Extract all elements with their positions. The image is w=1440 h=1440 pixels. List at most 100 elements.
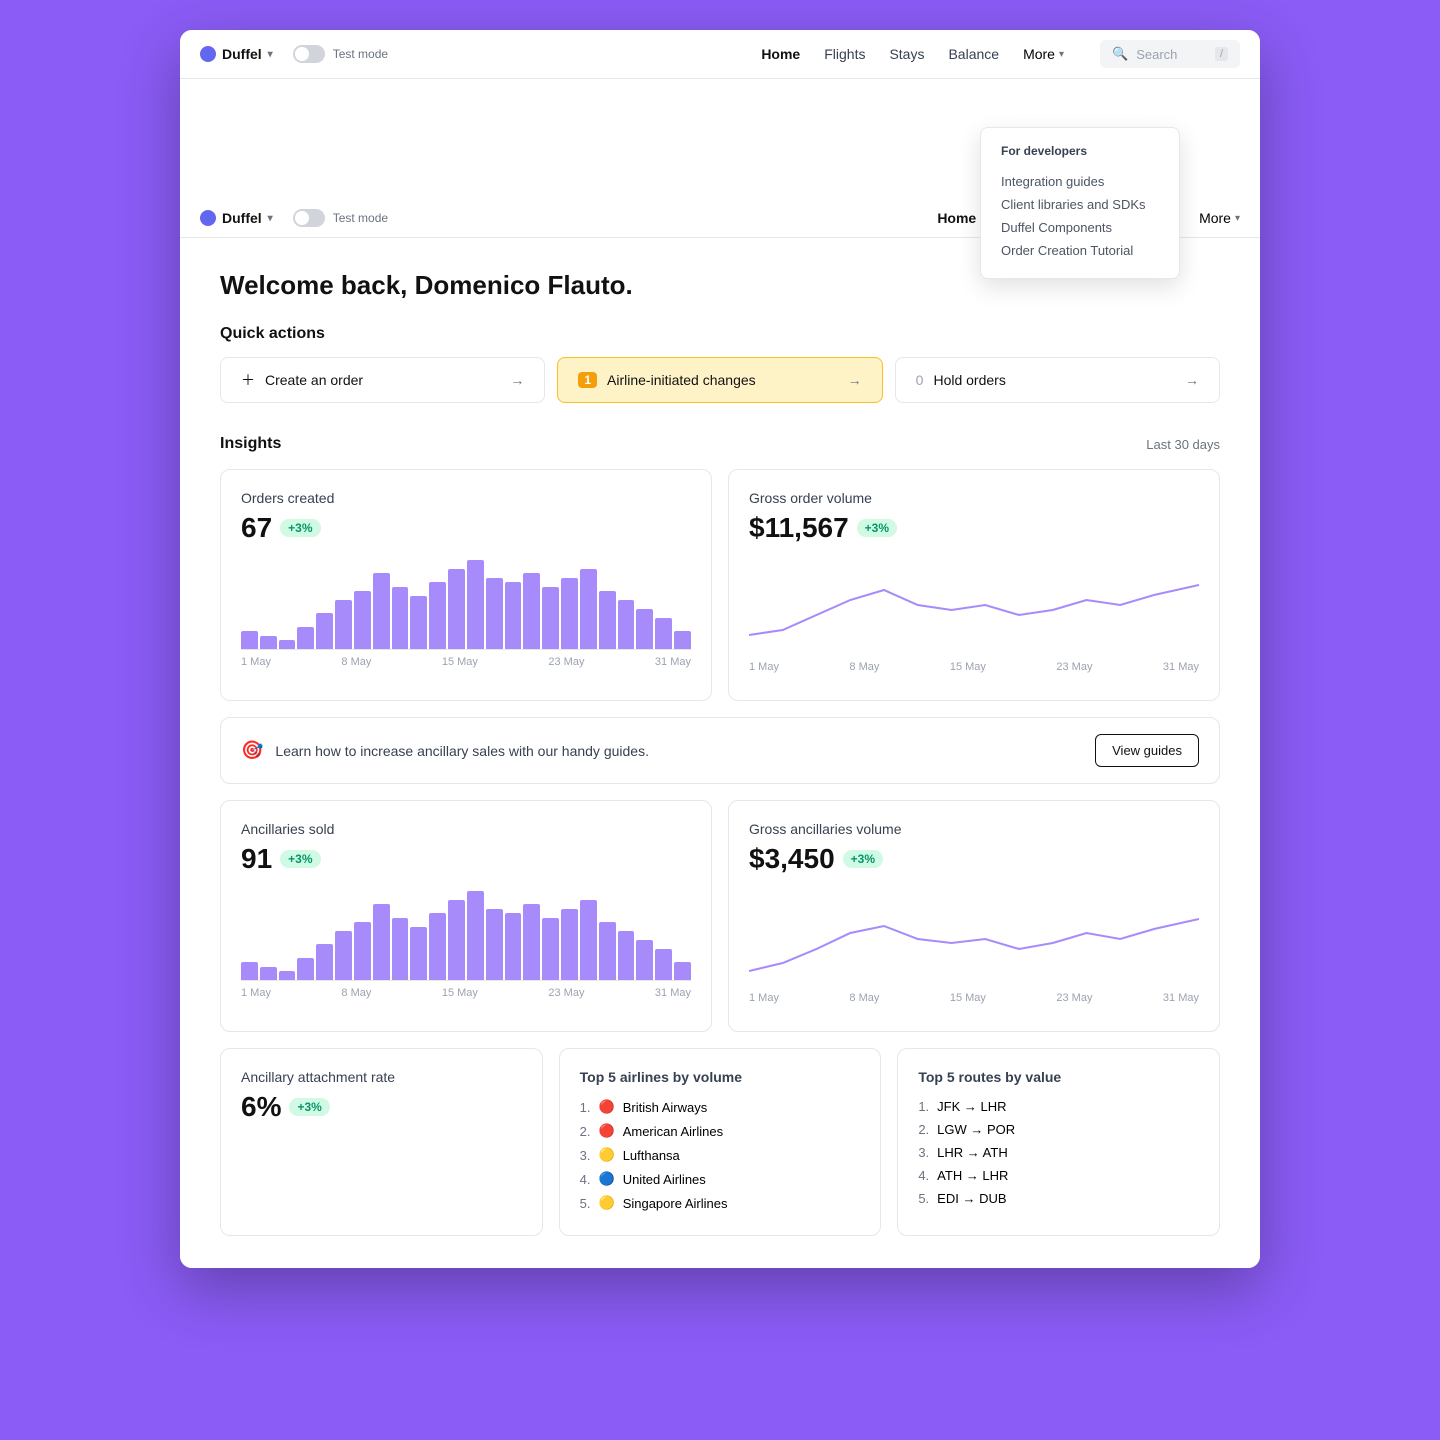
anc-bar-10	[410, 927, 427, 980]
airline-name-3: Lufthansa	[623, 1148, 680, 1163]
airline-changes-badge: 1	[578, 372, 597, 388]
orders-bar-chart: 1 May 8 May 15 May 23 May 31 May	[241, 560, 691, 680]
bar-2	[260, 636, 277, 649]
secondary-nav-home[interactable]: Home	[937, 210, 976, 226]
view-guides-button[interactable]: View guides	[1095, 734, 1199, 767]
anc-x-label-1: 1 May	[241, 987, 271, 999]
route-value-4: ATH → LHR	[937, 1168, 1008, 1183]
route-item-1: 1. JFK → LHR	[918, 1095, 1199, 1118]
plus-icon: ＋	[241, 370, 255, 390]
nav-flights[interactable]: Flights	[824, 46, 865, 62]
bar-20	[599, 591, 616, 649]
anc-x-label-3: 15 May	[442, 987, 478, 999]
bar-6	[335, 600, 352, 649]
anc-bar-chart-bars	[241, 891, 691, 981]
airline-flag-2: 🔴	[599, 1123, 615, 1139]
anc-bar-12	[448, 900, 465, 980]
line-chart-x-labels: 1 May 8 May 15 May 23 May 31 May	[749, 661, 1199, 673]
insights-header: Insights Last 30 days	[220, 435, 1220, 453]
search-label: Search	[1136, 47, 1177, 62]
dropdown-title: For developers	[1001, 144, 1159, 158]
gross-anc-value: $3,450 +3%	[749, 843, 1199, 875]
secondary-nav-more[interactable]: More ▾	[1199, 210, 1240, 226]
anc-bar-11	[429, 913, 446, 980]
airline-item-2: 2. 🔴 American Airlines	[580, 1119, 861, 1143]
gross-anc-x3: 15 May	[950, 992, 986, 1004]
airline-flag-1: 🔴	[599, 1099, 615, 1115]
gross-order-value: $11,567 +3%	[749, 512, 1199, 544]
gross-anc-change: +3%	[843, 850, 883, 868]
airline-changes-arrow: →	[848, 372, 862, 388]
bar-14	[486, 578, 503, 649]
toggle-label: Test mode	[333, 47, 388, 61]
airline-flag-5: 🟡	[599, 1195, 615, 1211]
hold-orders-count: 0	[916, 372, 924, 388]
secondary-toggle[interactable]: Test mode	[293, 209, 388, 227]
anc-bar-17	[542, 918, 559, 980]
gross-anc-label: Gross ancillaries volume	[749, 821, 1199, 837]
ancillary-promo-card: 🎯 Learn how to increase ancillary sales …	[220, 717, 1220, 784]
nav-stays[interactable]: Stays	[889, 46, 924, 62]
dropdown-item-3[interactable]: Order Creation Tutorial	[1001, 239, 1159, 262]
browser-window: Duffel ▾ Test mode Home Flights Stays Ba…	[180, 30, 1260, 1268]
ancillaries-bar-chart: 1 May 8 May 15 May 23 May 31 May	[241, 891, 691, 1011]
anc-bar-9	[392, 918, 409, 980]
anc-bar-21	[618, 931, 635, 980]
gross-order-label: Gross order volume	[749, 490, 1199, 506]
route-rank-4: 4.	[918, 1168, 929, 1183]
dropdown-item-2[interactable]: Duffel Components	[1001, 216, 1159, 239]
anc-bar-18	[561, 909, 578, 980]
secondary-brand[interactable]: Duffel ▾	[200, 210, 273, 226]
anc-bar-14	[486, 909, 503, 980]
nav-balance[interactable]: Balance	[948, 46, 999, 62]
orders-created-card: Orders created 67 +3%	[220, 469, 712, 701]
dropdown-item-0[interactable]: Integration guides	[1001, 170, 1159, 193]
hold-orders-button[interactable]: 0 Hold orders →	[895, 357, 1220, 403]
search-box[interactable]: 🔍 Search /	[1100, 40, 1240, 68]
toggle-switch[interactable]	[293, 45, 325, 63]
bar-7	[354, 591, 371, 649]
nav-home[interactable]: Home	[761, 46, 800, 62]
main-content: Welcome back, Domenico Flauto. Quick act…	[180, 238, 1260, 1268]
anc-attachment-label: Ancillary attachment rate	[241, 1069, 522, 1085]
route-value-3: LHR → ATH	[937, 1145, 1008, 1160]
gross-anc-x1: 1 May	[749, 992, 779, 1004]
airline-name-2: American Airlines	[623, 1124, 723, 1139]
anc-bar-chart-x-labels: 1 May 8 May 15 May 23 May 31 May	[241, 987, 691, 999]
bar-12	[448, 569, 465, 649]
bar-13	[467, 560, 484, 649]
gross-order-number: $11,567	[749, 512, 849, 544]
airline-changes-button[interactable]: 1 Airline-initiated changes →	[557, 357, 882, 403]
route-list: 1. JFK → LHR 2. LGW → POR 3. LHR → ATH 4…	[918, 1095, 1199, 1210]
create-order-button[interactable]: ＋ Create an order →	[220, 357, 545, 403]
hold-orders-arrow: →	[1185, 372, 1199, 388]
gross-order-change: +3%	[857, 519, 897, 537]
brand-logo[interactable]: Duffel ▾	[200, 46, 273, 62]
line-x-label-1: 1 May	[749, 661, 779, 673]
promo-icon: 🎯	[241, 740, 263, 761]
secondary-toggle-switch[interactable]	[293, 209, 325, 227]
hold-orders-label: Hold orders	[933, 372, 1005, 388]
route-value-1: JFK → LHR	[937, 1099, 1006, 1114]
nav-links: Home Flights Stays Balance More ▾	[761, 46, 1064, 62]
promo-text: Learn how to increase ancillary sales wi…	[275, 743, 1083, 759]
top-nav: Duffel ▾ Test mode Home Flights Stays Ba…	[180, 30, 1260, 79]
top-airlines-card: Top 5 airlines by volume 1. 🔴 British Ai…	[559, 1048, 882, 1236]
test-mode-toggle[interactable]: Test mode	[293, 45, 388, 63]
airline-changes-label: Airline-initiated changes	[607, 372, 756, 388]
bar-24	[674, 631, 691, 649]
anc-bar-22	[636, 940, 653, 980]
bar-16	[523, 573, 540, 649]
bar-5	[316, 613, 333, 649]
dropdown-item-1[interactable]: Client libraries and SDKs	[1001, 193, 1159, 216]
route-item-2: 2. LGW → POR	[918, 1118, 1199, 1141]
x-label-1: 1 May	[241, 656, 271, 668]
anc-bar-16	[523, 904, 540, 980]
secondary-brand-chevron: ▾	[268, 213, 273, 224]
bar-9	[392, 587, 409, 649]
nav-more[interactable]: More ▾	[1023, 46, 1064, 62]
anc-bar-24	[674, 962, 691, 980]
x-label-3: 15 May	[442, 656, 478, 668]
secondary-toggle-label: Test mode	[333, 211, 388, 225]
for-developers-dropdown: For developers Integration guides Client…	[980, 127, 1180, 279]
